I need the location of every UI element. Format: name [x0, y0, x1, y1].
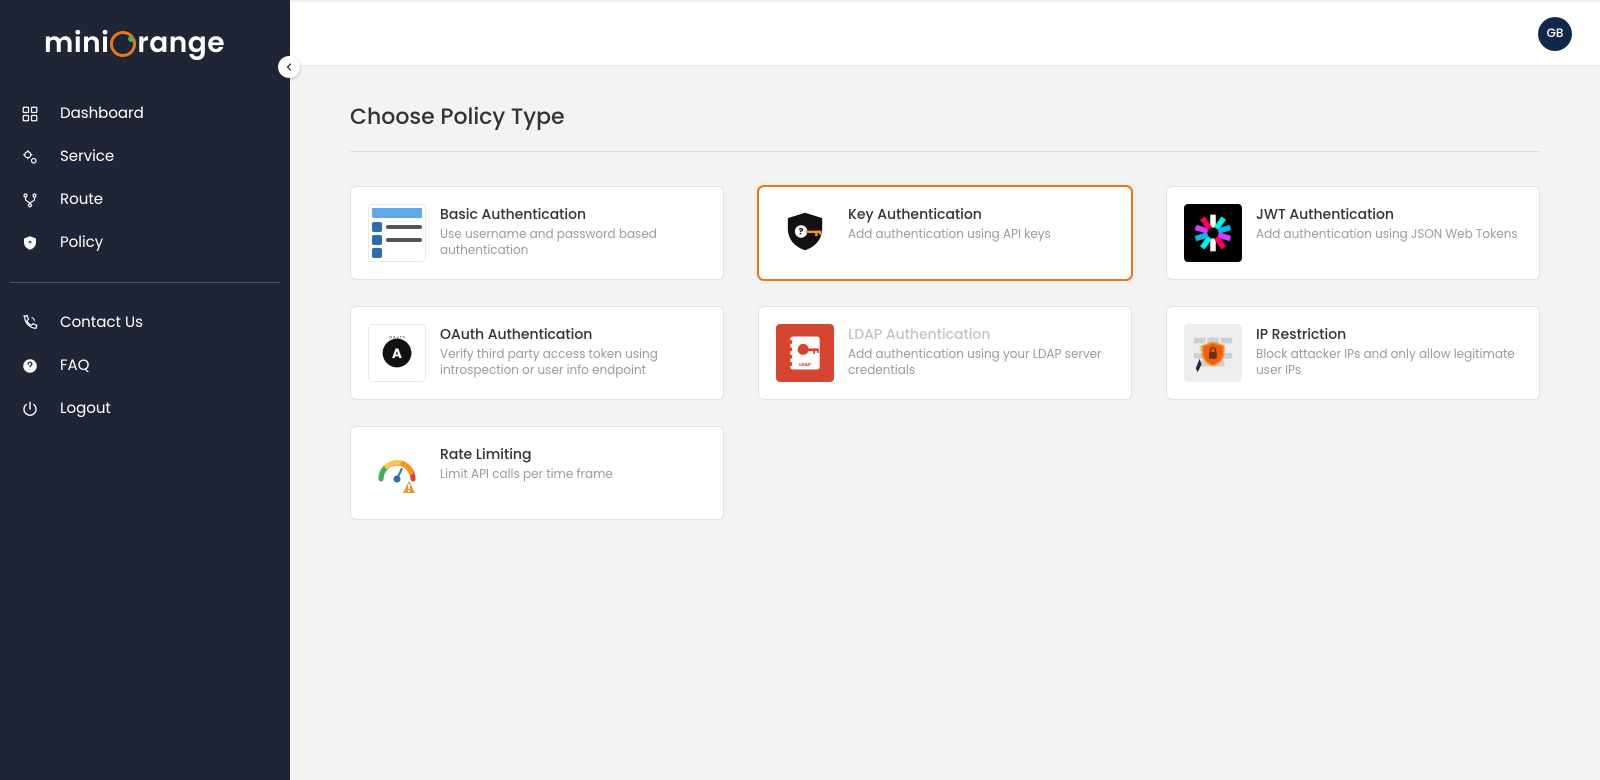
sidebar-item-logout[interactable]: Logout — [12, 387, 278, 430]
brand-logo-o-icon — [110, 31, 136, 57]
policy-title: Key Authentication — [848, 204, 1051, 225]
policy-desc: Block attacker IPs and only allow legiti… — [1256, 347, 1522, 379]
power-icon — [20, 400, 40, 418]
gear-icon — [20, 148, 40, 166]
question-circle-icon — [20, 357, 40, 375]
branch-icon — [20, 191, 40, 209]
sidebar-item-label: Service — [60, 145, 114, 168]
policy-title: Basic Authentication — [440, 204, 706, 225]
sidebar-item-service[interactable]: Service — [12, 135, 278, 178]
main: GB Choose Policy Type Basic Authenticati… — [290, 0, 1600, 780]
svg-text:?: ? — [799, 227, 804, 239]
svg-text:O A u t h: O A u t h — [389, 336, 406, 341]
sidebar-item-faq[interactable]: FAQ — [12, 344, 278, 387]
phone-icon — [20, 314, 40, 332]
policy-desc: Add authentication using JSON Web Tokens — [1256, 227, 1518, 243]
sidebar-item-dashboard[interactable]: Dashboard — [12, 92, 278, 135]
policy-title: IP Restriction — [1256, 324, 1522, 345]
policy-card-ldap-authentication[interactable]: LDAP LDAP Authentication Add authenticat… — [758, 306, 1132, 400]
policy-desc: Limit API calls per time frame — [440, 467, 613, 483]
policy-desc: Add authentication using API keys — [848, 227, 1051, 243]
policy-title: LDAP Authentication — [848, 324, 1114, 345]
policy-card-rate-limiting[interactable]: Rate Limiting Limit API calls per time f… — [350, 426, 724, 520]
sidebar: minirange Dashboard Service Route — [0, 0, 290, 780]
svg-text:LDAP: LDAP — [799, 361, 811, 368]
sidebar-item-label: Dashboard — [60, 102, 144, 125]
sidebar-item-label: Logout — [60, 397, 111, 420]
svg-text:A: A — [392, 344, 402, 363]
sidebar-item-label: FAQ — [60, 354, 90, 377]
sidebar-nav-secondary: Contact Us FAQ Logout — [0, 301, 290, 430]
policy-desc: Verify third party access token using in… — [440, 347, 706, 379]
topbar: GB — [290, 0, 1600, 66]
sidebar-item-route[interactable]: Route — [12, 178, 278, 221]
sidebar-item-label: Policy — [60, 231, 103, 254]
policy-grid: Basic Authentication Use username and pa… — [350, 186, 1540, 520]
sidebar-item-policy[interactable]: Policy — [12, 221, 278, 264]
sidebar-item-label: Route — [60, 188, 103, 211]
sidebar-collapse-button[interactable] — [278, 56, 300, 78]
policy-card-jwt-authentication[interactable]: JWT Authentication Add authentication us… — [1166, 186, 1540, 280]
login-form-icon — [368, 204, 426, 262]
shield-icon — [20, 234, 40, 252]
policy-card-ip-restriction[interactable]: IP Restriction Block attacker IPs and on… — [1166, 306, 1540, 400]
brand-logo: minirange — [0, 0, 290, 92]
policy-card-oauth-authentication[interactable]: A O A u t h OAuth Authentication Verify t… — [350, 306, 724, 400]
policy-desc: Add authentication using your LDAP serve… — [848, 347, 1114, 379]
policy-card-key-authentication[interactable]: ? Key Authentication Add authentication … — [758, 186, 1132, 280]
page-title: Choose Policy Type — [350, 100, 1540, 133]
sidebar-item-contact-us[interactable]: Contact Us — [12, 301, 278, 344]
dashboard-icon — [20, 105, 40, 123]
sidebar-nav-primary: Dashboard Service Route Policy — [0, 92, 290, 264]
policy-title: JWT Authentication — [1256, 204, 1518, 225]
user-initials: GB — [1547, 25, 1564, 43]
policy-title: Rate Limiting — [440, 444, 613, 465]
oauth-icon: A O A u t h — [368, 324, 426, 382]
gauge-warning-icon — [368, 444, 426, 502]
content: Choose Policy Type Basic Authentication … — [290, 66, 1600, 780]
policy-desc: Use username and password based authenti… — [440, 227, 706, 259]
policy-title: OAuth Authentication — [440, 324, 706, 345]
policy-card-basic-authentication[interactable]: Basic Authentication Use username and pa… — [350, 186, 724, 280]
user-avatar[interactable]: GB — [1538, 17, 1572, 51]
divider — [350, 151, 1540, 152]
sidebar-divider — [10, 282, 280, 283]
firewall-shield-icon — [1184, 324, 1242, 382]
sidebar-item-label: Contact Us — [60, 311, 143, 334]
address-book-key-icon: LDAP — [776, 324, 834, 382]
jwt-icon — [1184, 204, 1242, 262]
chevron-left-icon — [283, 61, 295, 73]
shield-key-icon: ? — [776, 204, 834, 262]
